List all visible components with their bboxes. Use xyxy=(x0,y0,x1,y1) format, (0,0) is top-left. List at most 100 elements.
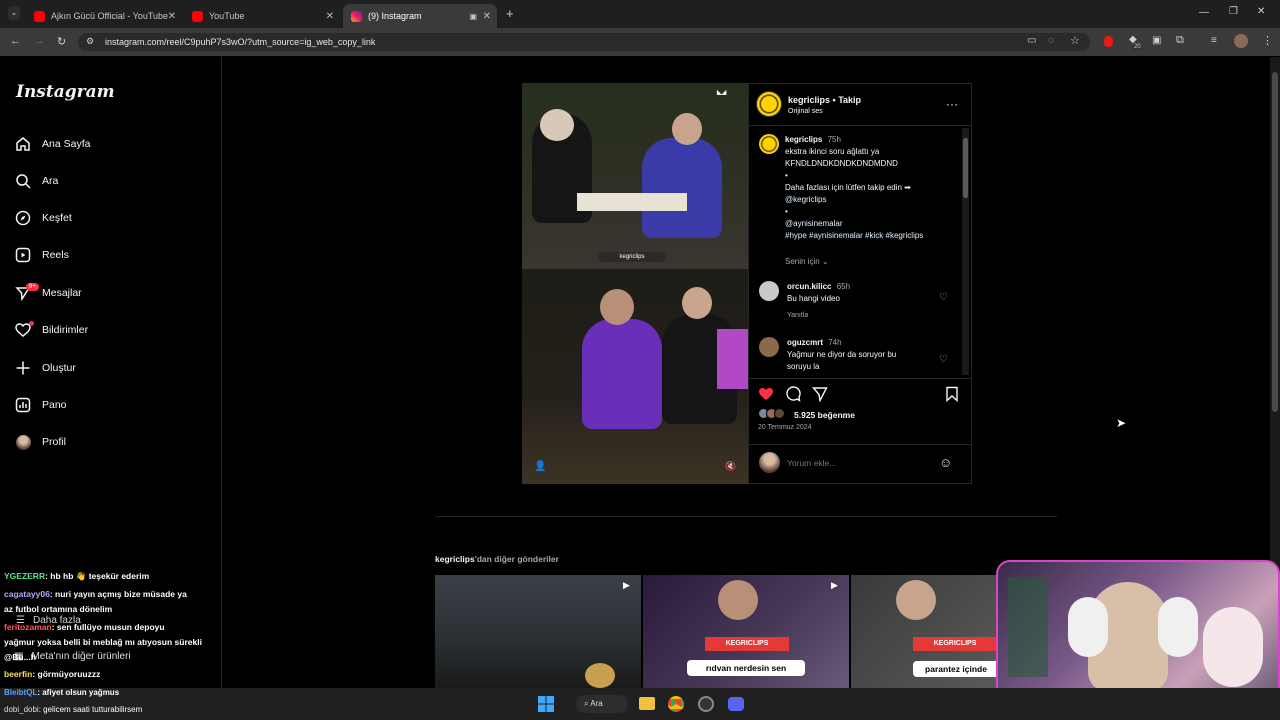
chevron-down-icon: ⌄ xyxy=(821,257,829,266)
my-avatar xyxy=(759,452,780,473)
search-icon xyxy=(14,172,32,190)
profile-avatar[interactable] xyxy=(1234,34,1248,48)
close-tab-icon[interactable]: ✕ xyxy=(483,11,491,22)
post-date: 20 Temmuz 2024 xyxy=(758,424,812,431)
sidebar-item-search[interactable]: Ara xyxy=(14,169,58,193)
instagram-logo[interactable]: Instagram xyxy=(16,82,115,102)
mute-icon[interactable]: 🔇 xyxy=(725,461,736,472)
comment-like-icon[interactable]: ♡ xyxy=(939,292,948,303)
sidebar-item-profile[interactable]: Profil xyxy=(14,430,66,454)
sidebar-item-notifications[interactable]: Bildirimler xyxy=(14,318,88,342)
share-icon[interactable] xyxy=(811,386,828,407)
caption-mention[interactable]: @kegriclips xyxy=(785,195,826,204)
save-icon[interactable] xyxy=(945,386,959,407)
page-scrollbar-thumb[interactable] xyxy=(1272,72,1278,412)
author-username[interactable]: kegriclips xyxy=(788,95,830,105)
file-explorer-icon[interactable] xyxy=(639,697,655,710)
close-tab-icon[interactable]: ✕ xyxy=(326,11,334,22)
more-post-thumb[interactable]: ▶ xyxy=(435,575,641,688)
youtube-icon xyxy=(34,10,45,22)
reel-video[interactable]: kegriclips ◣◢ 👤 🔇 xyxy=(522,83,748,484)
more-post-thumb[interactable]: KEGRICLIPS rıdvan nerdesin sen ▶ xyxy=(643,575,849,688)
caption-line: • xyxy=(785,207,788,216)
divider xyxy=(435,516,1057,517)
tab-instagram[interactable]: (9) Instagram ▣ ✕ xyxy=(343,4,497,28)
post-header: kegriclips • Takip xyxy=(788,95,861,105)
new-tab-button[interactable]: + xyxy=(506,6,514,21)
shield-extension-icon[interactable]: ▣ xyxy=(1152,35,1161,46)
bookmark-star-icon[interactable]: ☆ xyxy=(1070,34,1080,47)
discord-icon[interactable] xyxy=(728,697,744,711)
taskbar-search[interactable]: ⌕ Ara xyxy=(576,695,628,713)
tab-search-icon[interactable]: ⌄ xyxy=(8,6,20,20)
back-icon[interactable]: ← xyxy=(10,35,21,47)
thumb-caption: rıdvan nerdesin sen xyxy=(687,660,805,676)
windows-start-icon[interactable] xyxy=(538,696,554,712)
app-icon[interactable] xyxy=(698,696,714,712)
caption-hashtags[interactable]: #hype #aynisinemalar #kick #kegriclips xyxy=(785,231,923,240)
menu-icon[interactable]: ⋮ xyxy=(1262,34,1273,47)
tab-youtube[interactable]: YouTube ✕ xyxy=(184,4,340,28)
comments-scrollbar-thumb[interactable] xyxy=(963,138,968,198)
install-icon[interactable]: ▭ xyxy=(1027,35,1036,46)
forward-icon[interactable]: → xyxy=(34,35,45,47)
close-window-icon[interactable]: ✕ xyxy=(1257,6,1265,17)
comment-text: Bu hangi video xyxy=(787,294,840,303)
follow-button[interactable]: Takip xyxy=(838,95,861,105)
tags-icon[interactable]: 👤 xyxy=(534,461,546,472)
author-avatar[interactable] xyxy=(756,91,782,117)
comments-scrollbar[interactable] xyxy=(962,128,969,375)
caption-username[interactable]: kegriclips xyxy=(785,135,822,144)
comment-like-icon[interactable]: ♡ xyxy=(939,354,948,365)
more-options-icon[interactable]: ··· xyxy=(946,97,958,111)
commenter-avatar[interactable] xyxy=(759,281,779,301)
likes-count[interactable]: 5.925 beğenme xyxy=(794,410,855,420)
divider xyxy=(748,444,972,445)
comment-input[interactable] xyxy=(787,456,927,470)
chrome-icon[interactable] xyxy=(668,696,684,712)
sidebar-item-messages[interactable]: Mesajlar xyxy=(14,281,82,305)
caption-avatar[interactable] xyxy=(759,134,779,154)
media-control-icon[interactable]: ≡ xyxy=(1211,35,1217,46)
chat-message: cagatayy06: nuri yayın açmış bize müsade… xyxy=(4,589,187,599)
media-playing-icon[interactable]: ▣ xyxy=(469,12,477,21)
sidebar-item-home[interactable]: Ana Sayfa xyxy=(14,132,90,156)
url-text[interactable]: instagram.com/reel/C9puhP7s3wO/?utm_sour… xyxy=(105,37,375,47)
chat-message: dobi_dobi: gelicem saati tutturabilirsem xyxy=(4,705,143,714)
tab-youtube-aykin[interactable]: Ajkın Gücü Official - YouTube ✕ xyxy=(26,4,182,28)
comment-header: oguzcmrt 74h xyxy=(787,338,842,347)
comment-icon[interactable] xyxy=(785,386,801,407)
extension-red-icon[interactable] xyxy=(1104,36,1113,47)
close-tab-icon[interactable]: ✕ xyxy=(168,11,176,22)
video-watermark: kegriclips xyxy=(598,252,666,262)
emoji-icon[interactable]: ☺ xyxy=(939,455,952,470)
chat-message: YGEZERR: hb hb 👋 teşekür ederim xyxy=(4,571,150,581)
caption-line: KFNDLDNDKDNDKDNDMDND xyxy=(785,159,898,168)
comment-username[interactable]: orcun.kilicc xyxy=(787,282,831,291)
reload-icon[interactable]: ↻ xyxy=(57,35,66,48)
site-info-icon[interactable]: ⚙ xyxy=(86,36,94,47)
commenter-avatar[interactable] xyxy=(759,337,779,357)
video-bottom-frame xyxy=(522,269,748,484)
puzzle-icon[interactable]: ⧉ xyxy=(1176,34,1184,47)
channel-logo: ◣◢ xyxy=(717,90,727,96)
comment-time: 65h xyxy=(836,282,851,291)
eye-off-icon[interactable]: ◌ xyxy=(1048,35,1054,46)
sidebar-item-create[interactable]: Oluştur xyxy=(14,356,76,380)
comment-username[interactable]: oguzcmrt xyxy=(787,338,823,347)
audio-label[interactable]: Orijinal ses xyxy=(788,108,823,115)
restore-icon[interactable]: ❐ xyxy=(1229,6,1238,17)
reply-button[interactable]: Yanıtla xyxy=(787,312,808,319)
like-icon[interactable] xyxy=(758,386,774,407)
thumb-caption: parantez içinde xyxy=(913,661,999,677)
more-post-thumb[interactable]: KEGRICLIPS parantez içinde xyxy=(851,575,999,688)
comment-sort[interactable]: Senin için ⌄ xyxy=(785,257,829,266)
instagram-icon xyxy=(351,10,362,22)
minimize-icon[interactable]: — xyxy=(1199,7,1209,18)
caption-time: 75h xyxy=(827,135,841,144)
channel-brand: KEGRICLIPS xyxy=(705,637,789,651)
sidebar-item-dashboard[interactable]: Pano xyxy=(14,393,67,417)
sidebar-item-explore[interactable]: Keşfet xyxy=(14,206,72,230)
caption-mention[interactable]: @aynisinemalar xyxy=(785,219,842,228)
sidebar-item-reels[interactable]: Reels xyxy=(14,243,69,267)
